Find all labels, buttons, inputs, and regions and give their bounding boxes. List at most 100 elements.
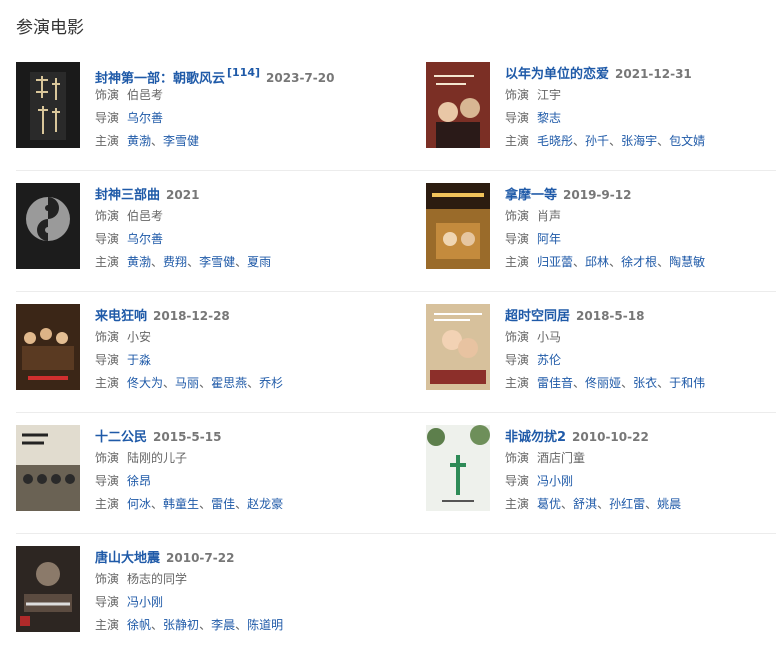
cast-link[interactable]: 张海宇 bbox=[621, 134, 657, 148]
cast-link[interactable]: 霍思燕 bbox=[211, 376, 247, 390]
cast-link[interactable]: 邱林 bbox=[585, 255, 609, 269]
name-separator: 、 bbox=[657, 255, 670, 269]
director-link[interactable]: 阿年 bbox=[537, 232, 561, 246]
cast-link[interactable]: 黄渤 bbox=[127, 255, 151, 269]
name-separator: 、 bbox=[597, 497, 610, 511]
movie-poster[interactable] bbox=[16, 304, 80, 390]
release-date: 2015-5-15 bbox=[153, 430, 222, 444]
movie-poster[interactable] bbox=[16, 62, 80, 148]
movie-title-link[interactable]: 拿摩一等 bbox=[505, 188, 557, 203]
cast-line: 主演 归亚蕾、邱林、徐才根、陶慧敏 bbox=[505, 251, 776, 274]
cast-label: 主演 bbox=[95, 618, 120, 632]
cast-link[interactable]: 李雪健 bbox=[199, 255, 235, 269]
cast-line: 主演 雷佳音、佟丽娅、张衣、于和伟 bbox=[505, 372, 776, 395]
movie-poster[interactable] bbox=[426, 62, 490, 148]
movie-row: 来电狂响 2018-12-28 饰演 小安 导演 于淼 主演 佟大为、马丽、霍思燕、乔杉 超时空… bbox=[16, 292, 776, 413]
release-date: 2023-7-20 bbox=[266, 71, 335, 86]
name-separator: 、 bbox=[573, 255, 586, 269]
movie-info: 拿摩一等 2019-9-12 饰演 肖声 导演 阿年 主演 归亚蕾、邱林、徐才根、陶慧敏 bbox=[505, 183, 776, 274]
movie-title-link[interactable]: 非诚勿扰2 bbox=[505, 430, 566, 445]
cast-link[interactable]: 乔杉 bbox=[259, 376, 283, 390]
name-separator: 、 bbox=[609, 255, 622, 269]
movie-poster[interactable] bbox=[426, 183, 490, 269]
cast-link[interactable]: 黄渤 bbox=[127, 134, 151, 148]
role-name: 江宇 bbox=[537, 88, 562, 102]
director-link[interactable]: 于淼 bbox=[127, 353, 151, 367]
director-link[interactable]: 乌尔善 bbox=[127, 232, 163, 246]
director-link[interactable]: 徐昂 bbox=[127, 474, 151, 488]
director-link[interactable]: 苏伦 bbox=[537, 353, 561, 367]
cast-link[interactable]: 陶慧敏 bbox=[669, 255, 705, 269]
name-separator: 、 bbox=[235, 497, 248, 511]
cast-link[interactable]: 姚晨 bbox=[657, 497, 681, 511]
movie-info: 来电狂响 2018-12-28 饰演 小安 导演 于淼 主演 佟大为、马丽、霍思燕、乔杉 bbox=[95, 304, 396, 395]
cast-link[interactable]: 徐才根 bbox=[621, 255, 657, 269]
role-line: 饰演 酒店门童 bbox=[505, 447, 776, 470]
cast-link[interactable]: 张衣 bbox=[633, 376, 657, 390]
director-link[interactable]: 黎志 bbox=[537, 111, 561, 125]
movie-title-link[interactable]: 封神三部曲 bbox=[95, 188, 160, 203]
role-name: 肖声 bbox=[537, 209, 562, 223]
director-label: 导演 bbox=[95, 353, 120, 367]
movie-poster[interactable] bbox=[16, 425, 80, 511]
cast-link[interactable]: 陈道明 bbox=[247, 618, 283, 632]
movie-card: 十二公民 2015-5-15 饰演 陆刚的儿子 导演 徐昂 主演 何冰、韩童生、雷佳、赵龙豪 bbox=[16, 425, 396, 521]
cast-link[interactable]: 赵龙豪 bbox=[247, 497, 283, 511]
cast-link[interactable]: 夏雨 bbox=[247, 255, 271, 269]
cast-link[interactable]: 费翔 bbox=[163, 255, 187, 269]
movie-poster[interactable] bbox=[426, 425, 490, 511]
director-link[interactable]: 乌尔善 bbox=[127, 111, 163, 125]
cast-link[interactable]: 佟丽娅 bbox=[585, 376, 621, 390]
movie-poster[interactable] bbox=[16, 546, 80, 632]
director-link[interactable]: 冯小刚 bbox=[537, 474, 573, 488]
role-name: 小安 bbox=[127, 330, 152, 344]
citation-link[interactable]: [114] bbox=[227, 66, 260, 79]
director-line: 导演 冯小刚 bbox=[505, 470, 776, 493]
name-separator: 、 bbox=[621, 376, 634, 390]
movie-info: 封神三部曲 2021 饰演 伯邑考 导演 乌尔善 主演 黄渤、费翔、李雪健、夏雨 bbox=[95, 183, 396, 274]
movie-info: 超时空同居 2018-5-18 饰演 小马 导演 苏伦 主演 雷佳音、佟丽娅、张衣、于和伟 bbox=[505, 304, 776, 395]
name-separator: 、 bbox=[199, 618, 212, 632]
movie-title-link[interactable]: 超时空同居 bbox=[505, 309, 570, 324]
cast-link[interactable]: 马丽 bbox=[175, 376, 199, 390]
director-line: 导演 阿年 bbox=[505, 228, 776, 251]
role-name: 小马 bbox=[537, 330, 562, 344]
role-line: 饰演 小安 bbox=[95, 326, 396, 349]
movie-title-link[interactable]: 十二公民 bbox=[95, 430, 147, 445]
cast-link[interactable]: 李晨 bbox=[211, 618, 235, 632]
director-line: 导演 徐昂 bbox=[95, 470, 396, 493]
movie-poster[interactable] bbox=[16, 183, 80, 269]
cast-link[interactable]: 舒淇 bbox=[573, 497, 597, 511]
title-line: 唐山大地震 2010-7-22 bbox=[95, 546, 396, 568]
cast-link[interactable]: 佟大为 bbox=[127, 376, 163, 390]
title-line: 以年为单位的恋爱 2021-12-31 bbox=[505, 62, 776, 84]
director-label: 导演 bbox=[505, 232, 530, 246]
cast-link[interactable]: 孙红雷 bbox=[609, 497, 645, 511]
cast-link[interactable]: 归亚蕾 bbox=[537, 255, 573, 269]
name-separator: 、 bbox=[151, 134, 164, 148]
movie-poster[interactable] bbox=[426, 304, 490, 390]
cast-link[interactable]: 徐帆 bbox=[127, 618, 151, 632]
director-link[interactable]: 冯小刚 bbox=[127, 595, 163, 609]
cast-link[interactable]: 雷佳 bbox=[211, 497, 235, 511]
cast-link[interactable]: 张静初 bbox=[163, 618, 199, 632]
release-date: 2021 bbox=[166, 188, 200, 202]
cast-link[interactable]: 韩童生 bbox=[163, 497, 199, 511]
director-label: 导演 bbox=[95, 595, 120, 609]
name-separator: 、 bbox=[561, 497, 574, 511]
movie-title-link[interactable]: 来电狂响 bbox=[95, 309, 147, 324]
cast-link[interactable]: 葛优 bbox=[537, 497, 561, 511]
cast-link[interactable]: 毛晓彤 bbox=[537, 134, 573, 148]
cast-link[interactable]: 包文婧 bbox=[669, 134, 705, 148]
cast-link[interactable]: 雷佳音 bbox=[537, 376, 573, 390]
role-line: 饰演 伯邑考 bbox=[95, 205, 396, 228]
cast-link[interactable]: 李雪健 bbox=[163, 134, 199, 148]
role-label: 饰演 bbox=[95, 209, 120, 223]
cast-link[interactable]: 于和伟 bbox=[669, 376, 705, 390]
role-line: 饰演 肖声 bbox=[505, 205, 776, 228]
movie-title-link[interactable]: 唐山大地震 bbox=[95, 551, 160, 566]
movie-card: 封神三部曲 2021 饰演 伯邑考 导演 乌尔善 主演 黄渤、费翔、李雪健、夏雨 bbox=[16, 183, 396, 279]
cast-link[interactable]: 孙千 bbox=[585, 134, 609, 148]
movie-title-link[interactable]: 以年为单位的恋爱 bbox=[505, 67, 609, 82]
cast-link[interactable]: 何冰 bbox=[127, 497, 151, 511]
